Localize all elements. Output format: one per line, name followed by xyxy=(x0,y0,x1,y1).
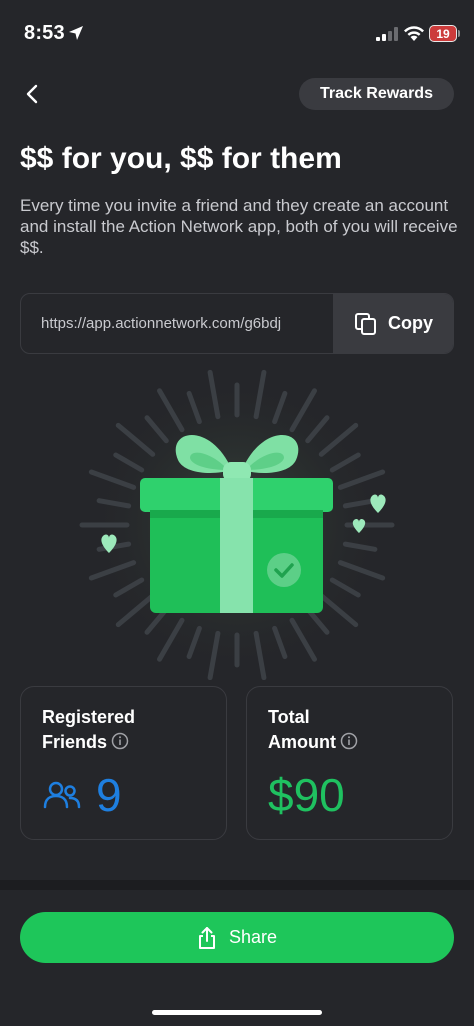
total-amount-label: Total Amount xyxy=(268,705,358,755)
share-button[interactable]: Share xyxy=(20,912,454,963)
footer-divider xyxy=(0,880,474,890)
battery-tip xyxy=(458,30,460,37)
stat-label-line: Friends xyxy=(42,732,108,752)
copy-button[interactable]: Copy xyxy=(333,294,453,353)
registered-friends-label: Registered Friends xyxy=(42,705,135,755)
referral-link-text[interactable]: https://app.actionnetwork.com/g6bdj xyxy=(41,294,333,353)
location-arrow-icon xyxy=(69,26,83,40)
copy-icon xyxy=(355,312,376,335)
status-time: 8:53 xyxy=(24,22,65,44)
amount-value-row: $90 xyxy=(268,767,345,823)
chevron-left-icon xyxy=(26,84,38,104)
info-icon[interactable] xyxy=(340,732,358,750)
referral-link-box: https://app.actionnetwork.com/g6bdj Copy xyxy=(20,293,454,354)
gift-ribbon xyxy=(220,478,253,613)
gift-illustration xyxy=(79,369,395,680)
check-badge xyxy=(267,553,301,587)
battery-level: 19 xyxy=(430,26,456,41)
share-button-label: Share xyxy=(228,927,278,947)
friends-value-row: 9 xyxy=(42,767,122,823)
copy-button-label: Copy xyxy=(388,313,433,333)
stat-label-line: Amount xyxy=(268,732,336,752)
invite-description: Every time you invite a friend and they … xyxy=(20,196,458,257)
home-indicator xyxy=(152,1010,322,1015)
battery-indicator: 19 xyxy=(429,25,457,42)
page-title: $$ for you, $$ for them xyxy=(20,142,342,175)
stat-label-line: Registered xyxy=(42,707,136,727)
registered-friends-count: 9 xyxy=(96,769,122,821)
cellular-signal-icon xyxy=(376,27,398,41)
status-bar: 8:53 19 xyxy=(0,0,474,64)
stat-label-line: Total xyxy=(268,707,310,727)
users-icon xyxy=(43,781,81,809)
share-icon xyxy=(198,926,215,949)
wifi-icon xyxy=(404,26,424,41)
total-amount-card: Total Amount $90 xyxy=(246,686,453,840)
back-button[interactable] xyxy=(18,80,46,108)
info-icon[interactable] xyxy=(111,732,129,750)
total-amount-value: $90 xyxy=(268,769,345,821)
registered-friends-card: Registered Friends 9 xyxy=(20,686,227,840)
track-rewards-button[interactable]: Track Rewards xyxy=(299,78,454,110)
